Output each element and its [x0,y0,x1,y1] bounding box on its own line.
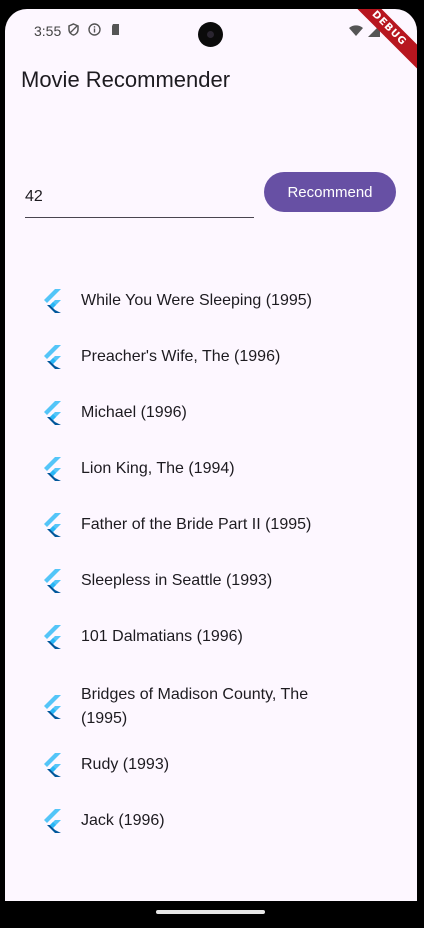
sim-card-icon [109,23,122,36]
shield-icon [67,23,80,36]
movie-title: Lion King, The (1994) [81,460,235,477]
list-item[interactable]: Preacher's Wife, The (1996) [5,329,417,385]
front-camera [198,22,223,47]
info-icon [88,23,101,36]
movie-title: Sleepless in Seattle (1993) [81,572,273,589]
flutter-icon [43,513,63,537]
movie-title: Jack (1996) [81,812,165,829]
list-item[interactable]: 101 Dalmatians (1996) [5,609,417,665]
movie-title: Bridges of Madison County, The (1995) [81,686,309,727]
movie-title: Rudy (1993) [81,756,170,773]
flutter-icon [43,569,63,593]
flutter-icon [43,401,63,425]
flutter-icon [43,289,63,313]
list-item[interactable]: While You Were Sleeping (1995) [5,273,417,329]
list-item[interactable]: Rudy (1993) [5,737,417,793]
list-item[interactable]: Michael (1996) [5,385,417,441]
gesture-nav-handle[interactable] [156,910,265,914]
list-item[interactable]: Bridges of Madison County, The (1995) [5,665,417,737]
list-item[interactable]: Lion King, The (1994) [5,441,417,497]
list-item[interactable]: Father of the Bride Part II (1995) [5,497,417,553]
flutter-icon [43,457,63,481]
movie-title: 101 Dalmatians (1996) [81,628,243,645]
page-title: Movie Recommender [21,67,231,92]
status-icons-left [67,23,122,36]
movie-title: Michael (1996) [81,404,187,421]
flutter-icon [43,753,63,777]
recommend-button[interactable]: Recommend [264,172,396,212]
flutter-icon [43,695,63,719]
user-id-input[interactable] [25,177,254,217]
movie-title: While You Were Sleeping (1995) [81,292,312,309]
flutter-icon [43,625,63,649]
user-id-field[interactable] [25,177,254,218]
wifi-icon [349,24,363,42]
status-bar: 3:55 DEBUG [5,9,417,74]
list-item[interactable]: Jack (1996) [5,793,417,849]
flutter-icon [43,809,63,833]
status-time: 3:55 [34,23,62,39]
movie-title: Preacher's Wife, The (1996) [81,348,281,365]
app-screen: 3:55 DEBUG Movie Recommender 42 Recommen… [5,9,417,901]
list-item[interactable]: Sleepless in Seattle (1993) [5,553,417,609]
movie-title: Father of the Bride Part II (1995) [81,516,312,533]
flutter-icon [43,345,63,369]
